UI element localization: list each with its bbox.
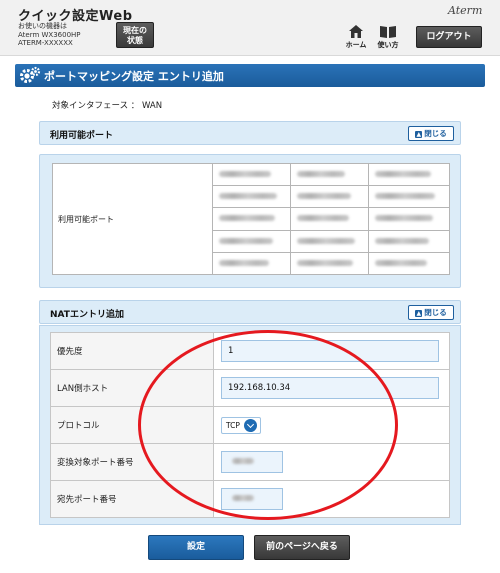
- redacted-value: [219, 193, 277, 200]
- redacted-value: [375, 215, 434, 222]
- protocol-label: プロトコル: [50, 406, 214, 444]
- form-row-destination-port: 宛先ポート番号: [50, 480, 450, 518]
- redacted-value: [232, 495, 254, 501]
- port-cell: [290, 185, 370, 209]
- manual-nav[interactable]: 使い方: [372, 24, 404, 50]
- page-title: ポートマッピング設定 エントリ追加: [44, 70, 224, 83]
- current-status-button[interactable]: 現在の 状態: [116, 22, 154, 48]
- port-cell: [368, 207, 450, 231]
- redacted-value: [375, 171, 432, 178]
- redacted-value: [375, 237, 430, 244]
- protocol-selected-value: TCP: [226, 420, 240, 430]
- lan-host-input[interactable]: 192.168.10.34: [221, 377, 439, 399]
- form-row-translated-port: 変換対象ポート番号: [50, 443, 450, 481]
- translated-port-label: 変換対象ポート番号: [50, 443, 214, 481]
- manual-label: 使い方: [377, 41, 399, 49]
- app-header: クイック設定Web お使いの機器は Aterm WX3600HP ATERM-X…: [0, 0, 500, 56]
- port-cell: [211, 185, 292, 209]
- redacted-value: [219, 215, 275, 222]
- redacted-value: [297, 171, 346, 178]
- chevron-up-icon: ▲: [415, 130, 423, 138]
- available-ports-panel: 利用可能ポート: [39, 154, 461, 288]
- device-info-line-1: お使いの機器は: [18, 22, 67, 30]
- book-icon: [380, 26, 396, 38]
- port-cell: [211, 229, 292, 253]
- nat-entry-close-button[interactable]: ▲ 閉じる: [408, 305, 454, 320]
- form-row-lan-host: LAN側ホスト 192.168.10.34: [50, 369, 450, 407]
- device-id: ATERM-XXXXXX: [18, 39, 73, 48]
- port-cell: [290, 207, 370, 231]
- available-ports-close-button[interactable]: ▲ 閉じる: [408, 126, 454, 141]
- back-button[interactable]: 前のページへ戻る: [254, 535, 350, 560]
- port-cell: [290, 251, 370, 276]
- redacted-value: [297, 215, 350, 222]
- port-cell: [290, 229, 370, 253]
- chevron-up-icon: ▲: [415, 309, 423, 317]
- brand-logo: Aterm: [448, 4, 483, 17]
- port-cell: [368, 162, 450, 187]
- lan-host-label: LAN側ホスト: [50, 369, 214, 407]
- redacted-value: [297, 193, 352, 200]
- available-ports-section-header: 利用可能ポート ▲ 閉じる: [39, 121, 461, 145]
- redacted-value: [232, 458, 254, 464]
- redacted-value: [375, 259, 428, 266]
- redacted-value: [297, 237, 356, 244]
- device-info: お使いの機器は Aterm WX3600HP ATERM-XXXXXX: [18, 22, 81, 48]
- redacted-value: [219, 237, 273, 244]
- redacted-value: [297, 259, 354, 266]
- redacted-value: [219, 171, 271, 178]
- status-button-line-1: 現在の: [123, 26, 147, 35]
- chevron-down-icon: [243, 418, 257, 432]
- close-label: 閉じる: [424, 308, 447, 317]
- status-button-line-2: 状態: [127, 36, 143, 45]
- port-cell: [368, 229, 450, 253]
- target-interface: 対象インタフェース ： WAN: [52, 101, 163, 111]
- port-cell: [211, 251, 292, 276]
- redacted-value: [375, 193, 436, 200]
- redacted-value: [219, 259, 269, 266]
- home-icon: [349, 25, 363, 38]
- gear-icon: [20, 66, 41, 83]
- nat-entry-title: NATエントリ追加: [50, 310, 124, 320]
- page-title-bar: ポートマッピング設定 エントリ追加: [15, 64, 485, 87]
- set-button[interactable]: 設定: [148, 535, 244, 560]
- close-label: 閉じる: [424, 129, 447, 138]
- priority-input[interactable]: 1: [221, 340, 439, 362]
- port-cell: [211, 162, 292, 187]
- destination-port-input[interactable]: [221, 488, 283, 510]
- nat-entry-form: 優先度 1 LAN側ホスト 192.168.10.34 プロトコル TCP 変換…: [50, 332, 450, 518]
- port-cell: [290, 162, 370, 187]
- destination-port-label: 宛先ポート番号: [50, 480, 214, 518]
- nat-entry-panel: 優先度 1 LAN側ホスト 192.168.10.34 プロトコル TCP 変換…: [39, 325, 461, 525]
- port-cell: [368, 251, 450, 276]
- nat-entry-section-header: NATエントリ追加 ▲ 閉じる: [39, 300, 461, 324]
- priority-label: 優先度: [50, 332, 214, 370]
- home-label: ホーム: [345, 41, 367, 49]
- device-model: Aterm WX3600HP: [18, 30, 81, 39]
- form-row-protocol: プロトコル TCP: [50, 406, 450, 444]
- port-cell: [368, 185, 450, 209]
- protocol-select[interactable]: TCP: [221, 416, 261, 434]
- form-row-priority: 優先度 1: [50, 332, 450, 370]
- logout-button[interactable]: ログアウト: [416, 26, 482, 48]
- available-ports-title: 利用可能ポート: [50, 131, 114, 141]
- home-nav[interactable]: ホーム: [340, 24, 372, 50]
- translated-port-input[interactable]: [221, 451, 283, 473]
- available-ports-row-label: 利用可能ポート: [52, 163, 213, 275]
- port-cell: [211, 207, 292, 231]
- available-ports-table: 利用可能ポート: [52, 162, 450, 276]
